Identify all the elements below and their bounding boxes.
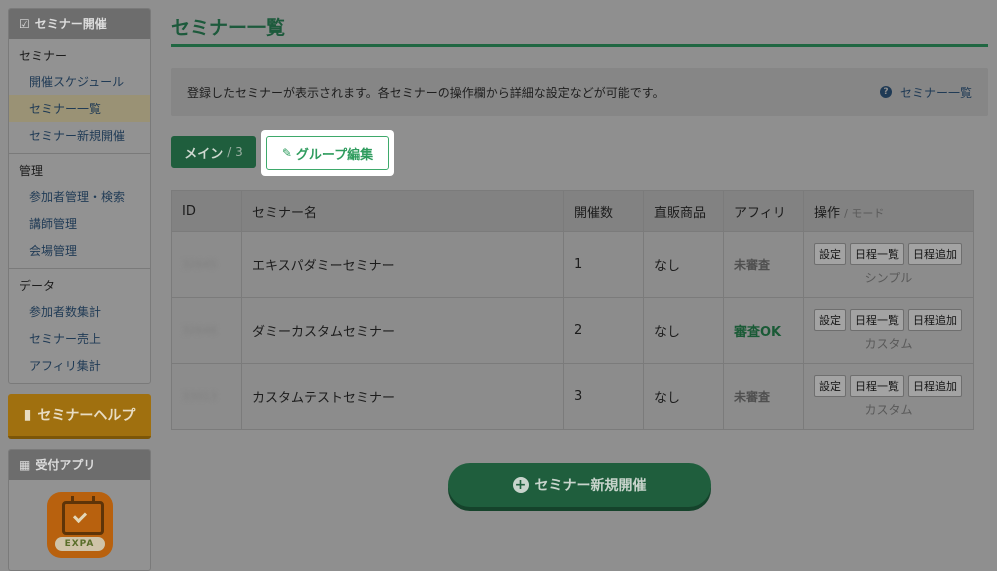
help-link[interactable]: ? セミナー一覧: [879, 84, 972, 101]
seminar-nav-panel: ☑ セミナー開催 セミナー 開催スケジュール セミナー一覧 セミナー新規開催 管…: [8, 8, 151, 384]
col-ops-sub: / モード: [844, 206, 885, 220]
seminar-help-button[interactable]: ▮ セミナーヘルプ: [8, 394, 151, 439]
cell-ops: 設定 日程一覧 日程追加 カスタム: [803, 297, 974, 364]
sidebar: ☑ セミナー開催 セミナー 開催スケジュール セミナー一覧 セミナー新規開催 管…: [8, 8, 151, 571]
seminar-nav-title: セミナー開催: [34, 17, 107, 31]
col-ops-label: 操作: [814, 205, 841, 221]
cell-id: 32645: [171, 231, 242, 298]
tab-main-count: / 3: [227, 145, 243, 159]
cell-affiliate: 審査OK: [723, 297, 804, 364]
nav-group-data: データ 参加者数集計 セミナー売上 アフィリ集計: [9, 269, 150, 383]
reception-app-panel: ▦ 受付アプリ EXPA: [8, 449, 151, 571]
sidebar-item-participants[interactable]: 参加者管理・検索: [9, 183, 150, 210]
col-name: セミナー名: [241, 190, 564, 232]
table-header-row: ID セミナー名 開催数 直販商品 アフィリ 操作 / モード: [171, 190, 974, 232]
group-edit-button[interactable]: ✎ グループ編集: [266, 136, 389, 170]
notice-text: 登録したセミナーが表示されます。各セミナーの操作欄から詳細な設定などが可能です。: [187, 85, 665, 100]
cell-name: エキスパダミーセミナー: [241, 231, 564, 298]
affiliate-status: 審査OK: [734, 325, 782, 340]
cell-count: 1: [563, 231, 644, 298]
col-count: 開催数: [563, 190, 644, 232]
seminar-id: 33013: [182, 390, 217, 403]
sidebar-item-new-seminar[interactable]: セミナー新規開催: [9, 122, 150, 149]
cell-product: なし: [643, 363, 724, 430]
col-product: 直販商品: [643, 190, 724, 232]
expa-app-icon[interactable]: EXPA: [46, 492, 113, 558]
cell-ops: 設定 日程一覧 日程追加 シンプル: [803, 231, 974, 298]
cell-name: カスタムテストセミナー: [241, 363, 564, 430]
plus-circle-icon: +: [512, 477, 529, 493]
tab-main[interactable]: メイン / 3: [171, 136, 256, 168]
mode-label: カスタム: [864, 403, 913, 417]
affiliate-status: 未審査: [734, 258, 771, 272]
cell-count: 3: [563, 363, 644, 430]
schedule-list-button[interactable]: 日程一覧: [850, 309, 904, 331]
seminar-id: 32646: [182, 324, 217, 337]
mode-label: カスタム: [864, 337, 913, 351]
sidebar-item-participant-stats[interactable]: 参加者数集計: [9, 298, 150, 325]
reception-app-header: ▦ 受付アプリ: [9, 450, 150, 480]
table-row: 32645 エキスパダミーセミナー 1 なし 未審査 設定 日程一覧 日程追加 …: [171, 231, 974, 298]
info-notice: 登録したセミナーが表示されます。各セミナーの操作欄から詳細な設定などが可能です。…: [171, 68, 988, 116]
nav-group-management: 管理 参加者管理・検索 講師管理 会場管理: [9, 154, 150, 269]
settings-button[interactable]: 設定: [814, 375, 846, 397]
group-tabs: メイン / 3 ✎ グループ編集: [171, 130, 988, 176]
question-icon: ?: [879, 86, 892, 98]
group-edit-label: グループ編集: [295, 147, 374, 163]
tab-main-label: メイン: [184, 146, 224, 162]
affiliate-status: 未審査: [734, 390, 771, 404]
schedule-list-button[interactable]: 日程一覧: [850, 243, 904, 265]
reception-app-title: 受付アプリ: [35, 458, 96, 472]
seminar-nav-header: ☑ セミナー開催: [9, 9, 150, 39]
cell-id: 32646: [171, 297, 242, 364]
new-seminar-button[interactable]: + セミナー新規開催: [448, 463, 711, 507]
cell-name: ダミーカスタムセミナー: [241, 297, 564, 364]
cell-count: 2: [563, 297, 644, 364]
page-title: セミナー一覧: [171, 0, 988, 47]
seminar-table: ID セミナー名 開催数 直販商品 アフィリ 操作 / モード 32645 エキ…: [171, 190, 974, 430]
seminar-help-label: セミナーヘルプ: [37, 408, 136, 424]
schedule-add-button[interactable]: 日程追加: [908, 243, 962, 265]
cell-id: 33013: [171, 363, 242, 430]
new-seminar-label: セミナー新規開催: [534, 478, 647, 494]
sidebar-item-schedule[interactable]: 開催スケジュール: [9, 68, 150, 95]
sidebar-item-venues[interactable]: 会場管理: [9, 237, 150, 264]
sidebar-item-instructors[interactable]: 講師管理: [9, 210, 150, 237]
cell-affiliate: 未審査: [723, 363, 804, 430]
schedule-add-button[interactable]: 日程追加: [908, 309, 962, 331]
book-icon: ▮: [23, 407, 32, 423]
nav-group-title: セミナー: [19, 49, 68, 63]
pencil-icon: ✎: [281, 146, 292, 160]
cell-product: なし: [643, 231, 724, 298]
main-content: セミナー一覧 登録したセミナーが表示されます。各セミナーの操作欄から詳細な設定な…: [171, 0, 988, 507]
schedule-list-button[interactable]: 日程一覧: [850, 375, 904, 397]
table-row: 33013 カスタムテストセミナー 3 なし 未審査 設定 日程一覧 日程追加 …: [171, 363, 974, 430]
cell-affiliate: 未審査: [723, 231, 804, 298]
cell-product: なし: [643, 297, 724, 364]
cell-ops: 設定 日程一覧 日程追加 カスタム: [803, 363, 974, 430]
nav-group-title: 管理: [19, 164, 44, 178]
sidebar-item-sales[interactable]: セミナー売上: [9, 325, 150, 352]
col-ops: 操作 / モード: [803, 190, 974, 232]
nav-group-seminar: セミナー 開催スケジュール セミナー一覧 セミナー新規開催: [9, 39, 150, 154]
sidebar-item-seminar-list[interactable]: セミナー一覧: [9, 95, 150, 122]
app-logo-text: EXPA: [54, 537, 105, 551]
settings-button[interactable]: 設定: [814, 309, 846, 331]
grid-icon: ▦: [19, 458, 31, 472]
help-link-label: セミナー一覧: [899, 85, 972, 100]
calendar-check-icon: ☑: [19, 17, 30, 31]
col-id: ID: [171, 190, 242, 232]
highlight-spotlight: ✎ グループ編集: [261, 130, 394, 176]
table-row: 32646 ダミーカスタムセミナー 2 なし 審査OK 設定 日程一覧 日程追加…: [171, 297, 974, 364]
schedule-add-button[interactable]: 日程追加: [908, 375, 962, 397]
nav-group-title: データ: [19, 279, 56, 293]
mode-label: シンプル: [864, 271, 913, 285]
settings-button[interactable]: 設定: [814, 243, 846, 265]
col-affiliate: アフィリ: [723, 190, 804, 232]
seminar-id: 32645: [182, 258, 217, 271]
sidebar-item-affiliate-stats[interactable]: アフィリ集計: [9, 352, 150, 379]
